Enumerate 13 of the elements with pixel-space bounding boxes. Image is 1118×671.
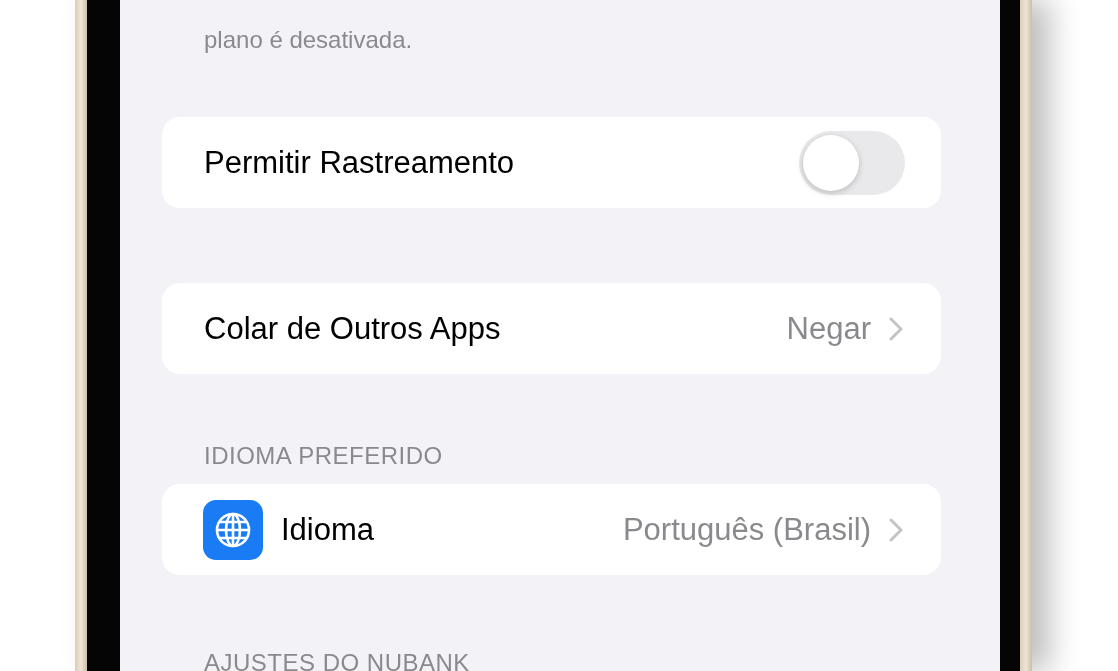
paste-value: Negar xyxy=(786,310,871,347)
language-value: Português (Brasil) xyxy=(622,511,871,548)
language-label: Idioma xyxy=(281,511,376,548)
section-header: IDIOMA PREFERIDO xyxy=(204,442,443,470)
paste-label: Colar de Outros Apps xyxy=(204,310,502,347)
settings-card[interactable]: Colar de Outros Apps Negar xyxy=(162,283,941,374)
section-header: AJUSTES DO NUBANK xyxy=(204,649,470,671)
footer-note: plano é desativada. xyxy=(204,25,414,55)
globe-icon xyxy=(203,499,263,560)
chevron-icon xyxy=(889,517,903,542)
tracking-label: Permitir Rastreamento xyxy=(204,144,516,181)
settings-card[interactable]: Idioma Português (Brasil) xyxy=(162,484,941,575)
chevron-icon xyxy=(889,316,903,341)
